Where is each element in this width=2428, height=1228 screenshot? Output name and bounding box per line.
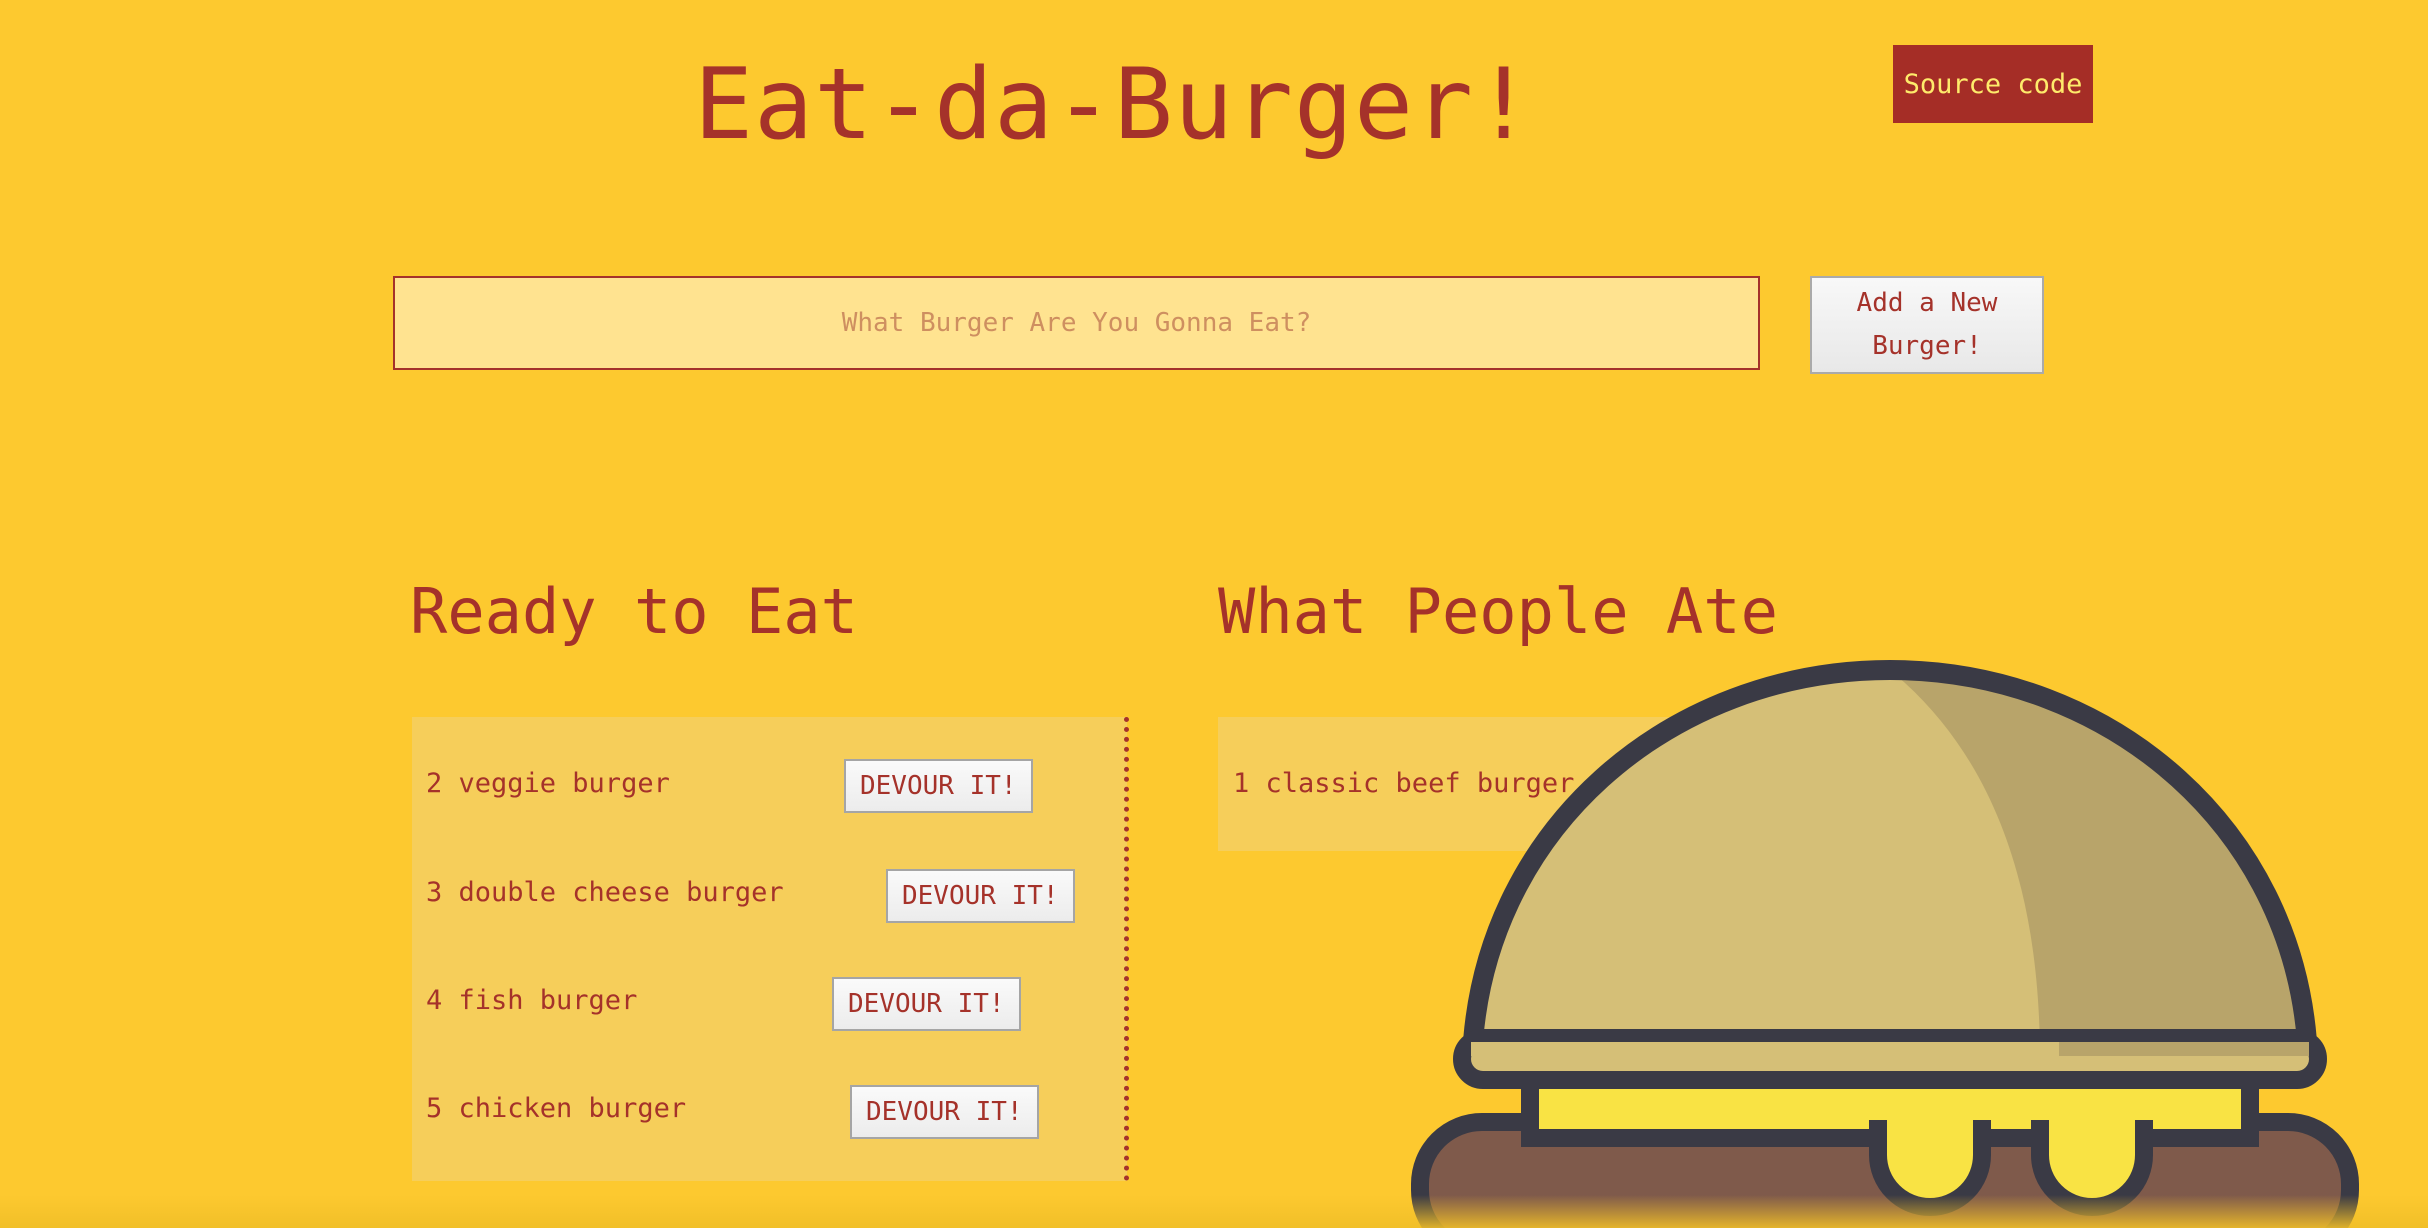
- page: Eat-da-Burger! Source code Add a New Bur…: [0, 0, 2428, 1228]
- devour-button[interactable]: DEVOUR IT!: [850, 1085, 1039, 1139]
- devour-button[interactable]: DEVOUR IT!: [886, 869, 1075, 923]
- column-divider: [1124, 717, 1129, 1181]
- ready-to-eat-heading: Ready to Eat: [410, 575, 858, 648]
- bottom-fade: [0, 1195, 2428, 1228]
- source-code-button[interactable]: Source code: [1893, 45, 2093, 123]
- list-item-label: 4 fish burger: [426, 985, 638, 1016]
- devour-button[interactable]: DEVOUR IT!: [844, 759, 1033, 813]
- list-item-label: 5 chicken burger: [426, 1093, 687, 1124]
- add-burger-button[interactable]: Add a New Burger!: [1810, 276, 2044, 374]
- burger-icon: [1411, 659, 2359, 1228]
- list-item-label: 2 veggie burger: [426, 768, 670, 799]
- what-people-ate-heading: What People Ate: [1218, 575, 1778, 648]
- burger-name-input[interactable]: [393, 276, 1760, 370]
- list-item-label: 3 double cheese burger: [426, 877, 784, 908]
- devour-button[interactable]: DEVOUR IT!: [832, 977, 1021, 1031]
